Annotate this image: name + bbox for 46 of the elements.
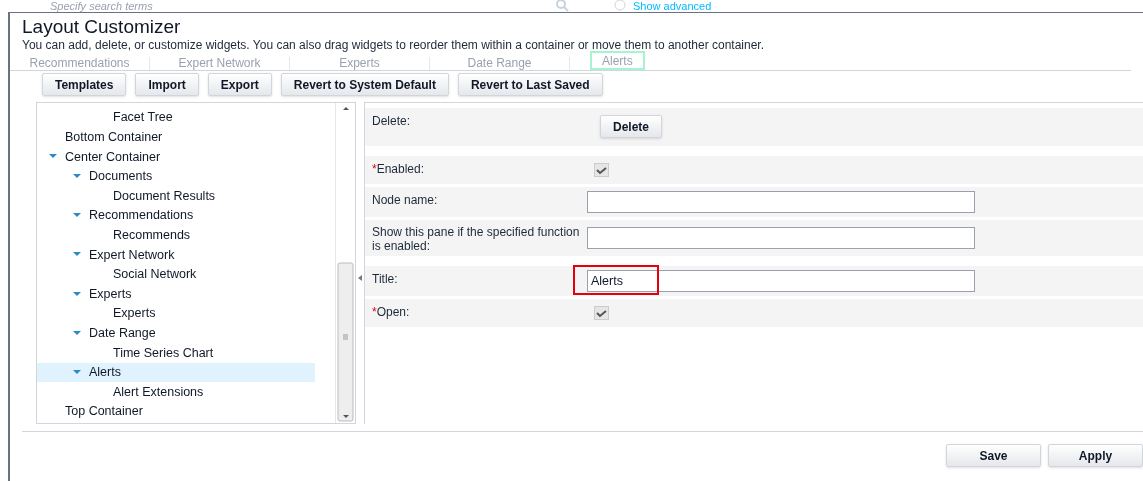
- footer-button[interactable]: Apply: [1048, 444, 1143, 467]
- tree-item[interactable]: Facet Tree: [37, 108, 315, 128]
- expand-arrow-icon[interactable]: [73, 370, 81, 375]
- text-field[interactable]: [587, 191, 975, 213]
- tree-item[interactable]: Experts: [37, 284, 315, 304]
- tree-item[interactable]: Bottom Container: [37, 127, 315, 148]
- field-label: *Enabled:: [371, 161, 426, 178]
- splitter-arrow-icon[interactable]: [358, 275, 362, 281]
- text-field[interactable]: Alerts: [587, 270, 975, 292]
- toolbar-button[interactable]: Import: [135, 73, 199, 96]
- tree-item[interactable]: Date Range: [37, 323, 315, 344]
- tree-item[interactable]: Recommendations: [37, 205, 315, 226]
- tree-item[interactable]: Documents: [37, 166, 315, 187]
- dialog-title: Layout Customizer: [22, 16, 182, 38]
- toolbar-button[interactable]: Revert to Last Saved: [457, 73, 603, 96]
- expand-arrow-icon[interactable]: [73, 291, 81, 297]
- tree-item[interactable]: Center Container: [37, 147, 315, 167]
- checkbox[interactable]: [594, 306, 609, 320]
- tree-item[interactable]: Document Results: [37, 186, 315, 206]
- field-label: Node name:: [371, 192, 439, 209]
- toolbar-button[interactable]: Revert to System Default: [280, 73, 449, 96]
- field-label: Title:: [371, 271, 399, 288]
- expand-arrow-icon[interactable]: [73, 252, 81, 258]
- footer-button[interactable]: Save: [946, 444, 1041, 467]
- tree-item[interactable]: Alerts: [37, 362, 315, 383]
- field-label: Delete:: [371, 113, 412, 130]
- toolbar-button[interactable]: Templates: [42, 73, 127, 96]
- scrollbar[interactable]: [335, 103, 355, 423]
- tree-item[interactable]: Social Network: [37, 264, 315, 285]
- tree-item[interactable]: Recommends: [37, 225, 315, 246]
- field-label: Show this pane if the specified function is enabled:: [371, 224, 581, 255]
- expand-arrow-icon[interactable]: [73, 174, 81, 180]
- checkbox[interactable]: [594, 163, 609, 177]
- tree-item[interactable]: Top Container: [37, 401, 315, 422]
- text-field[interactable]: [587, 227, 975, 249]
- tree-item[interactable]: Alert Extensions: [37, 382, 315, 402]
- toolbar-button[interactable]: Export: [207, 73, 272, 96]
- delete-button[interactable]: Delete: [600, 115, 663, 138]
- tree-item[interactable]: Time Series Chart: [37, 343, 315, 363]
- description-text: You can add, delete, or customize widgets. You can also drag widgets to reorder them within a container or move them to another container.: [22, 38, 765, 52]
- tree-item[interactable]: Expert Network: [37, 245, 315, 265]
- expand-arrow-icon[interactable]: [49, 154, 57, 160]
- tree-item[interactable]: Experts: [37, 303, 315, 324]
- expand-arrow-icon[interactable]: [73, 213, 81, 219]
- expand-arrow-icon[interactable]: [73, 330, 81, 336]
- field-label: *Open:: [371, 304, 411, 321]
